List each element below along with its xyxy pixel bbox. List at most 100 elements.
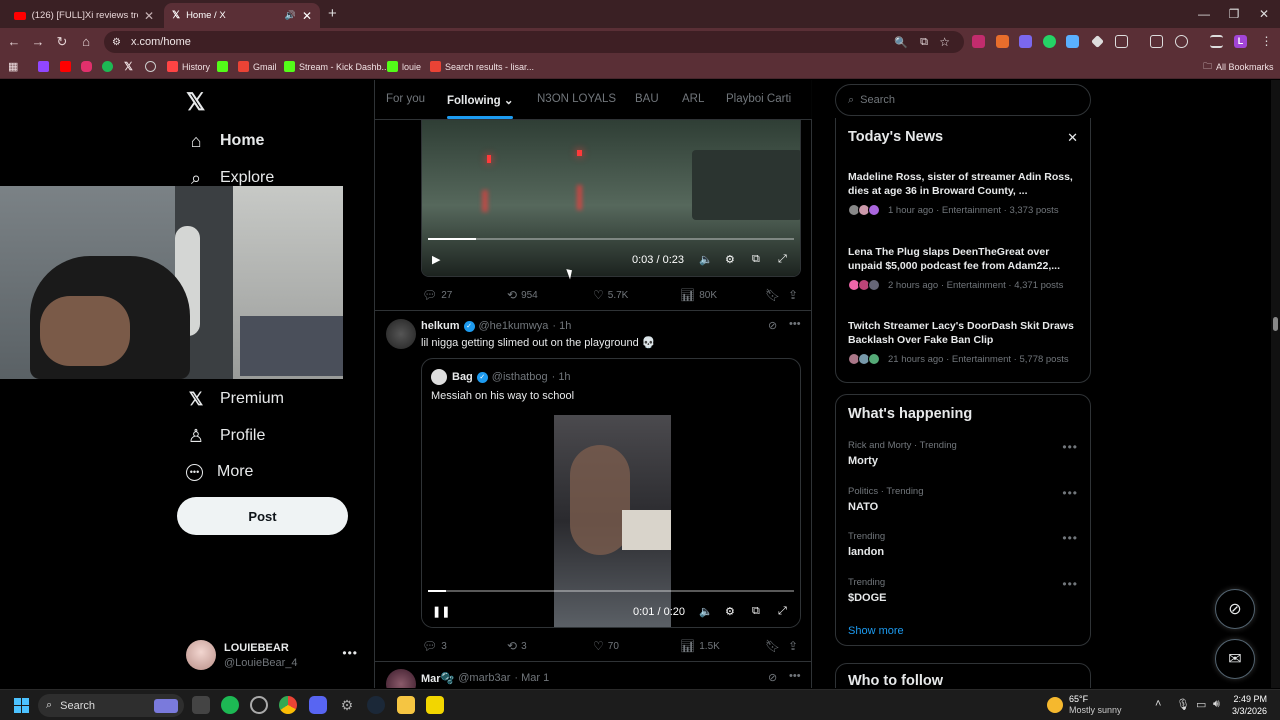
tab-for-you[interactable]: For you (386, 93, 425, 105)
task-view-icon[interactable] (192, 696, 210, 714)
bookmark-history[interactable]: History (167, 59, 210, 74)
post-author-handle[interactable]: @marb3ar (458, 672, 510, 685)
settings-icon[interactable]: ⚙ (725, 253, 735, 266)
taskbar-search[interactable]: ⌕ Search (38, 694, 184, 717)
grok-button[interactable]: ⊘ (1215, 589, 1255, 629)
more-icon[interactable]: ••• (1062, 577, 1078, 591)
repost-button[interactable]: ⟲ 3 (507, 639, 527, 653)
bookmark-button[interactable]: 🔖︎ (765, 288, 780, 302)
messages-button[interactable]: ✉ (1215, 639, 1255, 679)
video-player[interactable]: ❚❚ 0:01 / 0:20 🔈 ⚙ ⧉ ⤢ (422, 415, 800, 627)
back-icon[interactable]: ← (6, 34, 22, 49)
tab-arl[interactable]: ARL (682, 93, 704, 105)
reload-icon[interactable]: ↻ (54, 34, 70, 50)
share-button[interactable]: ⇪ (788, 639, 798, 653)
views-button[interactable]: 📊︎ 1.5K (680, 639, 720, 653)
tab-youtube[interactable]: (126) [FULL]Xi reviews troops to ✕ (6, 3, 162, 28)
weather-widget[interactable]: 65°F Mostly sunny (1047, 694, 1122, 716)
close-window-icon[interactable]: ✕ (1247, 0, 1280, 28)
post-author-name[interactable]: helkum (421, 320, 460, 332)
more-icon[interactable]: ••• (1062, 440, 1078, 454)
discord-icon[interactable] (309, 696, 327, 714)
tab-playboi-carti[interactable]: Playboi Carti (726, 93, 791, 105)
settings-icon[interactable]: ⚙ (338, 696, 356, 714)
bookmark-item[interactable] (102, 59, 113, 74)
whatsapp-icon[interactable] (1043, 35, 1056, 48)
bookmark-item[interactable] (145, 59, 156, 74)
like-button[interactable]: ♡ 70 (593, 639, 619, 653)
bookmark-item[interactable] (60, 59, 71, 74)
tab-home-x[interactable]: 𝕏 Home / X 🔊 ✕ (164, 3, 320, 28)
like-button[interactable]: ♡ 5.7K (593, 288, 628, 302)
views-button[interactable]: 📊︎ 80K (680, 288, 717, 302)
menu-icon[interactable]: ⋮ (1260, 35, 1273, 48)
more-icon[interactable]: ••• (789, 670, 801, 682)
fullscreen-icon[interactable]: ⤢ (778, 253, 787, 266)
microphone-icon[interactable]: 🎙︎ (1176, 698, 1190, 711)
video-player[interactable]: ▶ 0:03 / 0:23 🔈 ⚙ ⧉ ⤢ (421, 120, 801, 277)
account-switcher[interactable]: LOUIEBEAR @LouieBear_4 ••• (186, 640, 358, 672)
post-author-handle[interactable]: @he1kumwya (479, 320, 549, 332)
nav-home[interactable]: ⌂ Home (186, 131, 265, 151)
bookmark-item[interactable] (81, 59, 92, 74)
bookmark-button[interactable]: 🔖︎ (765, 639, 780, 653)
reply-button[interactable]: 💬︎ 27 (422, 288, 452, 302)
repost-button[interactable]: ⟲ 954 (507, 288, 538, 302)
audio-icon[interactable]: 🔊 (285, 10, 296, 21)
pip-icon[interactable]: ⧉ (752, 605, 760, 618)
news-item[interactable]: Twitch Streamer Lacy's DoorDash Skit Dra… (848, 319, 1084, 365)
clock[interactable]: 2:49 PM 3/3/2026 (1232, 693, 1267, 717)
video-progress-track[interactable] (428, 590, 794, 592)
post-time[interactable]: · Mar 1 (514, 672, 549, 685)
reading-list-icon[interactable] (1210, 35, 1223, 48)
puzzle-icon[interactable] (1115, 35, 1128, 48)
quoted-post[interactable]: Bag ✓ @isthatbog · 1h Messiah on his way… (421, 358, 801, 628)
trend-item[interactable]: Trending $DOGE (848, 577, 887, 604)
sidepanel-icon[interactable] (1150, 35, 1163, 48)
volume-icon[interactable]: 🔊︎ (1213, 698, 1220, 711)
post-avatar[interactable] (386, 319, 416, 349)
steam-icon[interactable] (367, 696, 385, 714)
url-text[interactable]: x.com/home (131, 36, 191, 48)
grok-icon[interactable]: ⊘ (768, 319, 777, 332)
more-icon[interactable]: ••• (1062, 486, 1078, 500)
bookmark-gmail[interactable]: Gmail (238, 59, 277, 74)
volume-icon[interactable]: 🔈 (699, 605, 713, 618)
extension-icon[interactable] (972, 35, 985, 48)
profile-avatar[interactable]: L (1234, 35, 1247, 48)
fullscreen-icon[interactable]: ⤢ (778, 605, 787, 618)
tab-n3on-loyals[interactable]: N3ON LOYALS (537, 93, 616, 105)
forward-icon[interactable]: → (30, 34, 46, 49)
all-bookmarks[interactable]: 🗀 All Bookmarks (1203, 59, 1274, 74)
sticky-notes-icon[interactable] (426, 696, 444, 714)
minimize-icon[interactable]: — (1187, 0, 1221, 28)
file-explorer-icon[interactable] (397, 696, 415, 714)
grok-icon[interactable]: ⊘ (768, 671, 777, 684)
install-icon[interactable]: ⧉ (920, 36, 928, 49)
settings-icon[interactable]: ⚙ (725, 605, 735, 618)
scrollbar[interactable] (1271, 80, 1280, 688)
close-tab-icon[interactable]: ✕ (302, 9, 312, 23)
close-icon[interactable]: ✕ (1067, 130, 1078, 146)
bookmark-item[interactable] (38, 59, 49, 74)
bookmark-search[interactable]: Search results - lisar... (430, 59, 534, 74)
video-progress-track[interactable] (428, 238, 794, 240)
x-logo-icon[interactable]: 𝕏 (186, 88, 205, 117)
search-box[interactable]: ⌕ Search (835, 84, 1091, 116)
share-button[interactable]: ⇪ (788, 288, 798, 302)
address-bar[interactable]: ⚙ x.com/home 🔍 ⧉ ☆ (104, 31, 964, 53)
pip-icon[interactable]: ⧉ (752, 253, 760, 266)
show-more-link[interactable]: Show more (848, 625, 904, 637)
trend-item[interactable]: Politics · Trending NATO (848, 486, 924, 513)
extension-icon[interactable] (1066, 35, 1079, 48)
windows-start-icon[interactable] (12, 696, 30, 714)
new-tab-button[interactable]: + (328, 5, 337, 22)
home-icon[interactable]: ⌂ (78, 34, 94, 49)
post-author-name[interactable]: Mar🫧 (421, 672, 454, 685)
nav-profile[interactable]: ♙ Profile (186, 426, 265, 446)
trend-item[interactable]: Rick and Morty · Trending Morty (848, 440, 957, 467)
more-icon[interactable]: ••• (1062, 531, 1078, 545)
close-tab-icon[interactable]: ✕ (144, 9, 154, 23)
restore-icon[interactable]: ❐ (1217, 0, 1251, 28)
news-item[interactable]: Madeline Ross, sister of streamer Adin R… (848, 170, 1084, 216)
